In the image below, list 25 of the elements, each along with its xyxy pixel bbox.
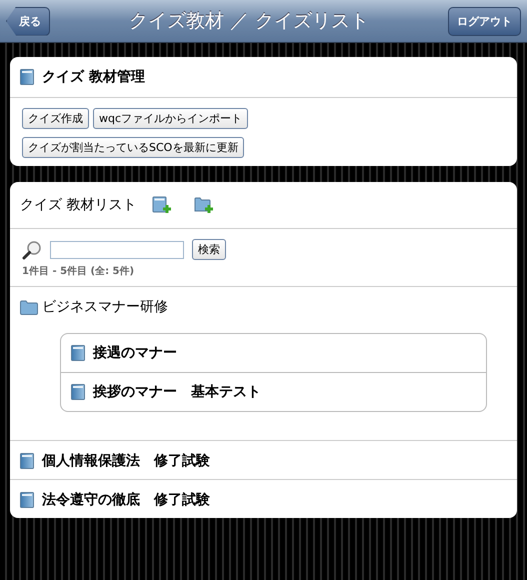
- action-button[interactable]: クイズが割当たっているSCOを最新に更新: [22, 137, 244, 158]
- section-title: クイズ 教材管理: [42, 68, 145, 86]
- folder-icon: [20, 300, 38, 314]
- section-title: クイズ 教材リスト: [20, 196, 136, 214]
- result-count: 1件目 - 5件目 (全: 5件): [22, 264, 136, 278]
- quiz-title[interactable]: 接遇のマナー: [93, 344, 177, 362]
- search-icon: [22, 240, 42, 260]
- book-icon: [71, 345, 85, 361]
- add-folder-icon[interactable]: [194, 196, 214, 214]
- book-icon: [20, 453, 34, 469]
- quiz-title[interactable]: 個人情報保護法 修了試験: [42, 452, 210, 470]
- quiz-title[interactable]: 法令遵守の徹底 修了試験: [42, 491, 210, 509]
- book-icon: [20, 69, 34, 85]
- action-button[interactable]: クイズ作成: [22, 108, 89, 129]
- folder-label[interactable]: ビジネスマナー研修: [42, 298, 168, 316]
- search-button[interactable]: 検索: [192, 239, 226, 260]
- page-title: クイズ教材 ／ クイズリスト: [128, 9, 370, 34]
- book-icon: [71, 384, 85, 400]
- search-field[interactable]: [50, 240, 184, 258]
- logout-button[interactable]: ログアウト: [448, 6, 521, 36]
- quiz-title[interactable]: 挨拶のマナー 基本テスト: [93, 383, 261, 401]
- back-button[interactable]: 戻る: [6, 6, 50, 36]
- book-icon: [20, 492, 34, 508]
- add-book-icon[interactable]: [152, 196, 172, 214]
- action-button[interactable]: wqcファイルからインポート: [93, 108, 248, 129]
